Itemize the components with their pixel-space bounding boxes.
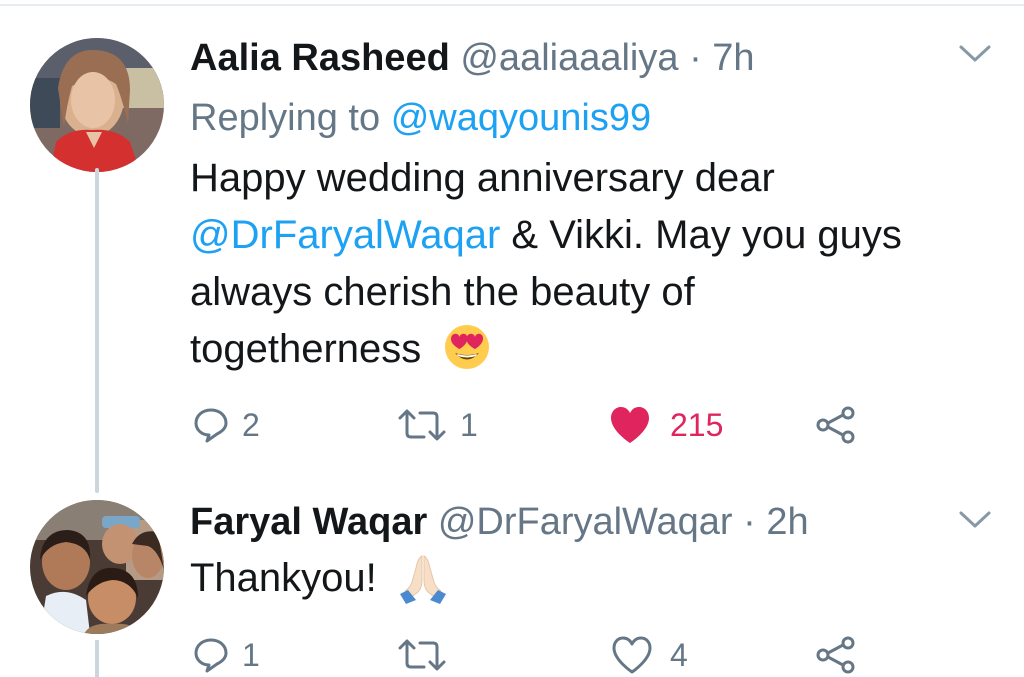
retweet-button[interactable]: 1 — [396, 405, 478, 445]
separator-dot: · — [743, 501, 756, 543]
separator-dot: · — [689, 37, 702, 79]
heart-outline-icon — [612, 636, 652, 674]
tweet-text-line: togetherness — [190, 321, 902, 378]
reply-count: 1 — [242, 636, 260, 673]
user-handle[interactable]: @aaliaaaliya — [460, 37, 678, 79]
share-button[interactable] — [814, 635, 858, 675]
retweet-icon — [398, 639, 446, 671]
avatar[interactable] — [30, 500, 164, 634]
mention-link[interactable]: @DrFaryalWaqar — [190, 213, 500, 257]
share-icon — [816, 636, 855, 674]
reply-icon — [194, 408, 228, 443]
avatar[interactable] — [30, 38, 164, 172]
display-name[interactable]: Faryal Waqar — [190, 501, 427, 543]
reply-button[interactable]: 2 — [192, 405, 260, 445]
share-icon — [816, 406, 855, 444]
retweet-count: 1 — [460, 406, 478, 443]
chevron-down-icon[interactable] — [958, 44, 992, 64]
reply-icon — [194, 638, 228, 673]
like-count: 215 — [670, 406, 724, 443]
retweet-icon — [398, 409, 446, 441]
tweet-header: Faryal Waqar @DrFaryalWaqar · 2h — [190, 500, 809, 544]
tweet-text-segment: togetherness — [190, 327, 422, 371]
thread-line — [95, 168, 99, 493]
tweet-text-line: Happy wedding anniversary dear — [190, 156, 775, 200]
reply-count: 2 — [242, 406, 260, 443]
replying-to: Replying to @waqyounis99 — [190, 96, 651, 140]
replying-to-handle[interactable]: @waqyounis99 — [391, 97, 651, 139]
tweet-text-line: always cherish the beauty of — [190, 270, 695, 314]
tweet-text-segment: & Vikki. May you guys — [500, 213, 902, 257]
chevron-down-icon[interactable] — [958, 510, 992, 530]
tweet-text-line: Thankyou! — [190, 550, 450, 607]
retweet-button[interactable] — [396, 635, 460, 675]
display-name[interactable]: Aalia Rasheed — [190, 37, 450, 79]
like-button[interactable]: 4 — [610, 635, 688, 675]
tweet-text: Thankyou! — [190, 550, 450, 607]
user-handle[interactable]: @DrFaryalWaqar — [438, 501, 733, 543]
tweet-text-line: @DrFaryalWaqar & Vikki. May you guys — [190, 207, 902, 264]
reply-button[interactable]: 1 — [192, 635, 260, 675]
replying-to-label: Replying to — [190, 97, 381, 139]
timestamp[interactable]: 2h — [766, 501, 808, 543]
heart-eyes-emoji — [445, 325, 490, 370]
heart-filled-icon — [611, 407, 649, 443]
thread-line — [95, 640, 99, 677]
divider — [0, 4, 1024, 6]
tweet-text-segment: Thankyou! — [190, 556, 377, 600]
share-button[interactable] — [814, 405, 858, 445]
folded-hands-emoji — [399, 555, 446, 605]
tweet-text: Happy wedding anniversary dear @DrFaryal… — [190, 150, 902, 378]
like-button[interactable]: 215 — [608, 405, 723, 445]
like-count: 4 — [670, 636, 688, 673]
timestamp[interactable]: 7h — [712, 37, 754, 79]
tweet-thread: Aalia Rasheed @aaliaaaliya · 7h Replying… — [0, 0, 1024, 677]
tweet-header: Aalia Rasheed @aaliaaaliya · 7h — [190, 36, 755, 80]
